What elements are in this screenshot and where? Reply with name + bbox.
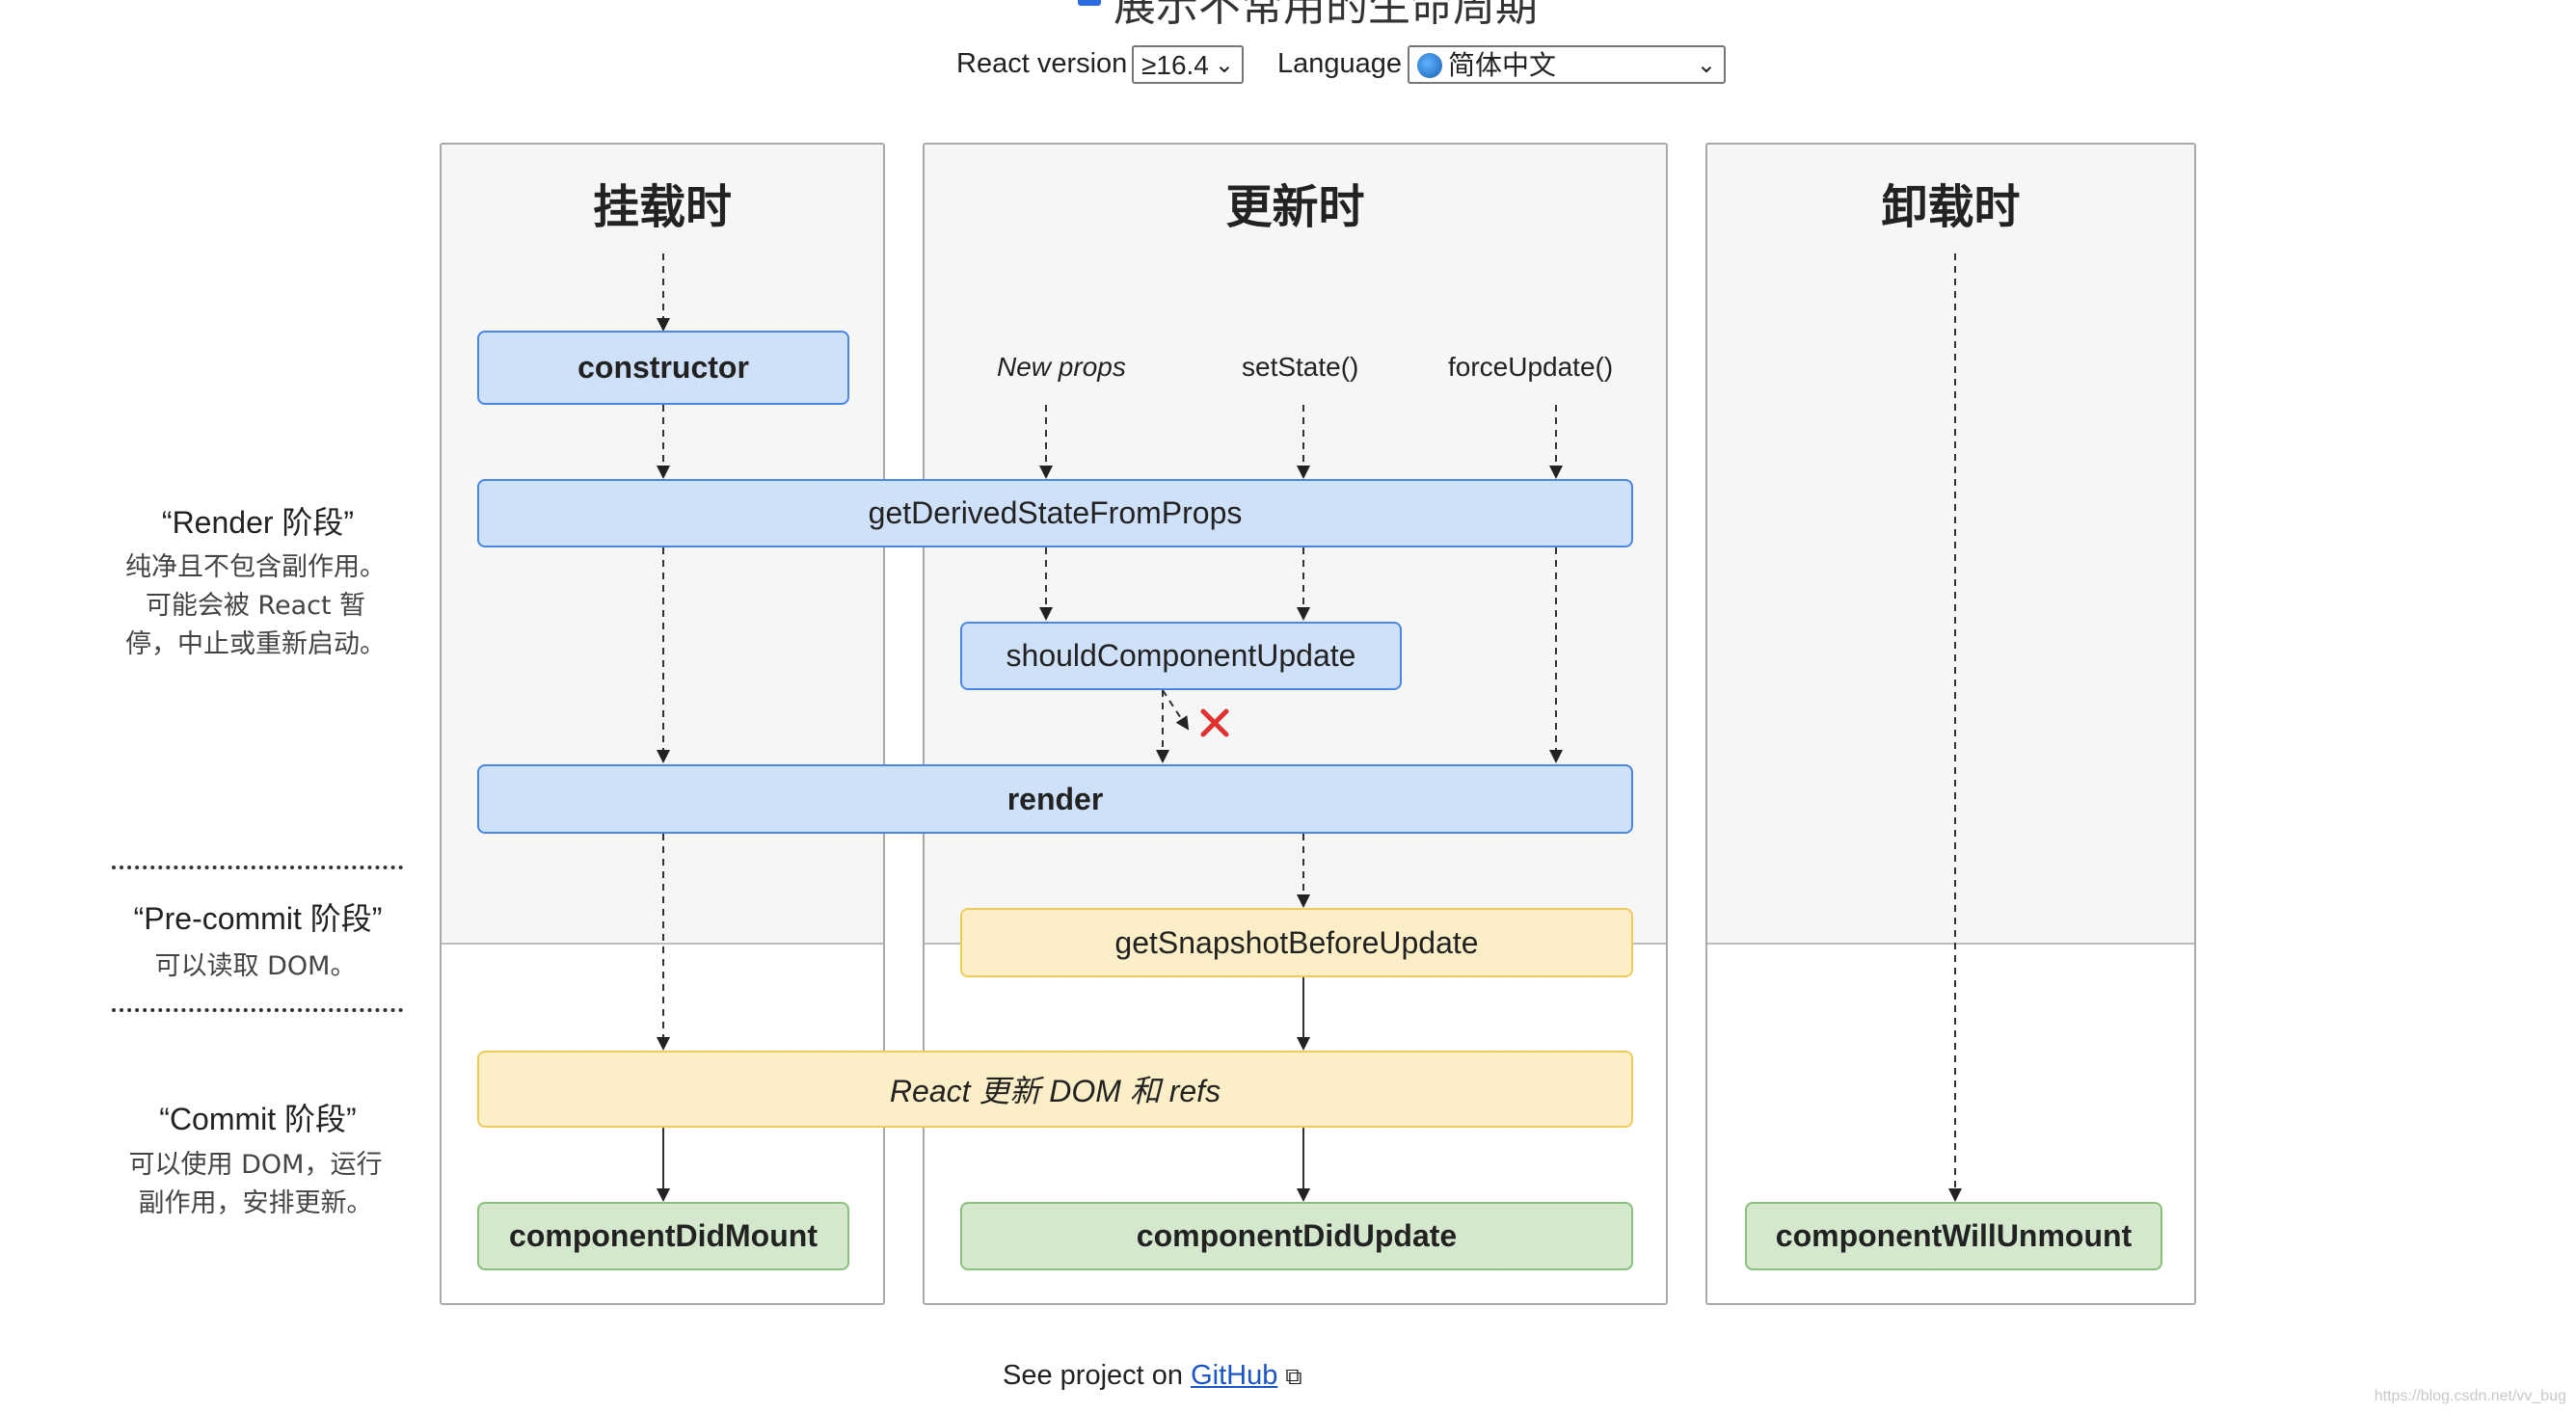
render-phase-title: “Render 阶段” bbox=[161, 505, 355, 540]
render-phase-desc-line: 停，中止或重新启动。 bbox=[125, 629, 386, 659]
watermark: https://blog.csdn.net/vv_bug bbox=[2374, 1388, 2566, 1404]
cancel-x-icon bbox=[1200, 708, 1229, 737]
phase-divider bbox=[112, 866, 403, 869]
phase-divider bbox=[112, 1008, 403, 1012]
get-snapshot-box[interactable]: getSnapshotBeforeUpdate bbox=[960, 908, 1633, 977]
precommit-phase-desc: 可以读取 DOM。 bbox=[154, 951, 357, 981]
trigger-set-state: setState() bbox=[1242, 352, 1359, 382]
github-link[interactable]: GitHub bbox=[1191, 1360, 1277, 1391]
footer-prefix: See project on bbox=[1003, 1360, 1184, 1391]
should-component-update-box[interactable]: shouldComponentUpdate bbox=[960, 622, 1402, 690]
commit-phase-title: “Commit 阶段” bbox=[159, 1102, 357, 1136]
arrow bbox=[1162, 689, 1190, 731]
react-updates-dom-box: React 更新 DOM 和 refs bbox=[477, 1051, 1633, 1128]
commit-phase-desc-line: 可以使用 DOM，运行 bbox=[128, 1150, 383, 1180]
commit-phase-desc-line: 副作用，安排更新。 bbox=[138, 1188, 373, 1218]
render-box[interactable]: render bbox=[477, 764, 1633, 834]
footer: See project on GitHub ⧉ bbox=[1003, 1360, 1302, 1392]
component-will-unmount-box[interactable]: componentWillUnmount bbox=[1745, 1202, 2162, 1270]
get-derived-state-box[interactable]: getDerivedStateFromProps bbox=[477, 479, 1633, 547]
render-phase-desc: 纯净且不包含副作用。 可能会被 React 暂 停，中止或重新启动。 bbox=[106, 548, 405, 664]
component-did-update-box[interactable]: componentDidUpdate bbox=[960, 1202, 1633, 1270]
render-phase-desc-line: 纯净且不包含副作用。 bbox=[125, 552, 386, 582]
trigger-new-props: New props bbox=[997, 352, 1126, 382]
constructor-box[interactable]: constructor bbox=[477, 331, 849, 405]
external-link-icon[interactable]: ⧉ bbox=[1285, 1364, 1301, 1390]
precommit-phase-title: “Pre-commit 阶段” bbox=[133, 901, 383, 936]
render-phase-desc-line: 可能会被 React 暂 bbox=[145, 591, 366, 621]
component-did-mount-box[interactable]: componentDidMount bbox=[477, 1202, 849, 1270]
trigger-force-update: forceUpdate() bbox=[1448, 352, 1614, 382]
commit-phase-desc: 可以使用 DOM，运行 副作用，安排更新。 bbox=[106, 1146, 405, 1223]
